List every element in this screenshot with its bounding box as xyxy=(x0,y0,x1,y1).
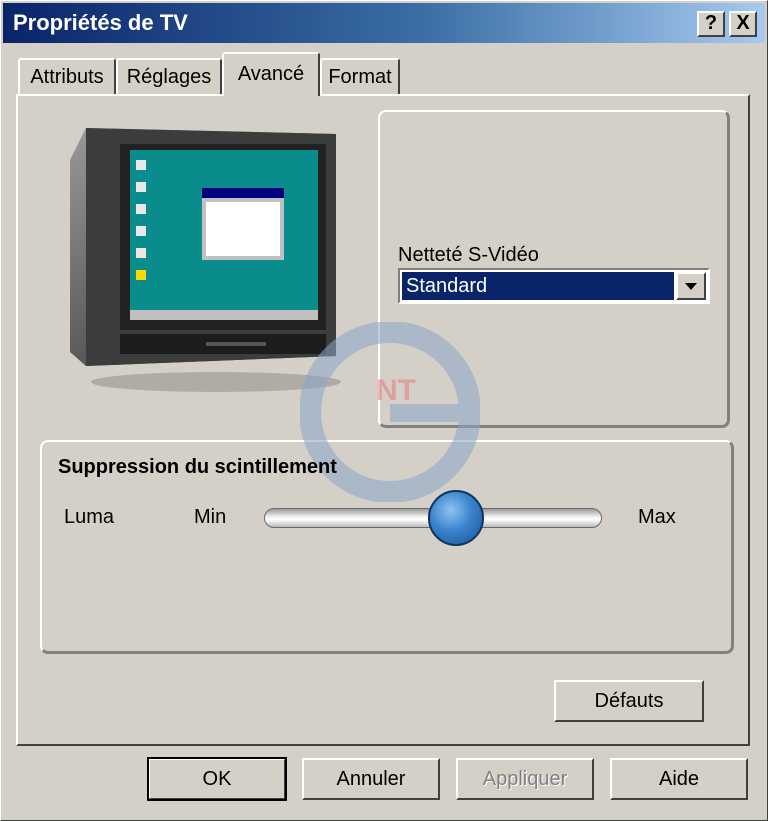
help-title-button[interactable]: ? xyxy=(697,11,725,37)
help-button[interactable]: Aide xyxy=(610,758,748,800)
sharpness-label: Netteté S-Vidéo xyxy=(398,244,539,266)
chevron-down-icon[interactable] xyxy=(676,272,706,300)
sharpness-select[interactable]: Standard xyxy=(398,268,710,304)
min-label: Min xyxy=(194,506,227,528)
flicker-group-title: Suppression du scintillement xyxy=(58,456,337,478)
watermark-small-text: NT xyxy=(376,374,416,407)
ok-button-label: OK xyxy=(202,768,232,790)
tab-reglages[interactable]: Réglages xyxy=(116,58,222,94)
title-bar[interactable]: Propriétés de TV ? X xyxy=(3,3,765,43)
apply-button-label: Appliquer xyxy=(482,768,568,790)
defaults-button-label: Défauts xyxy=(594,690,664,712)
luma-slider-thumb[interactable] xyxy=(427,490,484,546)
help-button-label: Aide xyxy=(658,768,700,790)
window-title: Propriétés de TV xyxy=(13,10,188,35)
tab-avance[interactable]: Avancé xyxy=(222,52,320,96)
max-label: Max xyxy=(638,506,676,528)
tab-format[interactable]: Format xyxy=(320,58,400,94)
close-button[interactable]: X xyxy=(729,11,757,37)
defaults-button[interactable]: Défauts xyxy=(554,680,704,722)
cancel-button-label: Annuler xyxy=(336,768,406,790)
ok-button[interactable]: OK xyxy=(147,757,287,801)
apply-button[interactable]: Appliquer xyxy=(456,758,594,800)
luma-label: Luma xyxy=(64,506,115,528)
cancel-button[interactable]: Annuler xyxy=(302,758,440,800)
sharpness-selected-value[interactable]: Standard xyxy=(402,272,674,300)
tab-attributs[interactable]: Attributs xyxy=(18,58,116,94)
